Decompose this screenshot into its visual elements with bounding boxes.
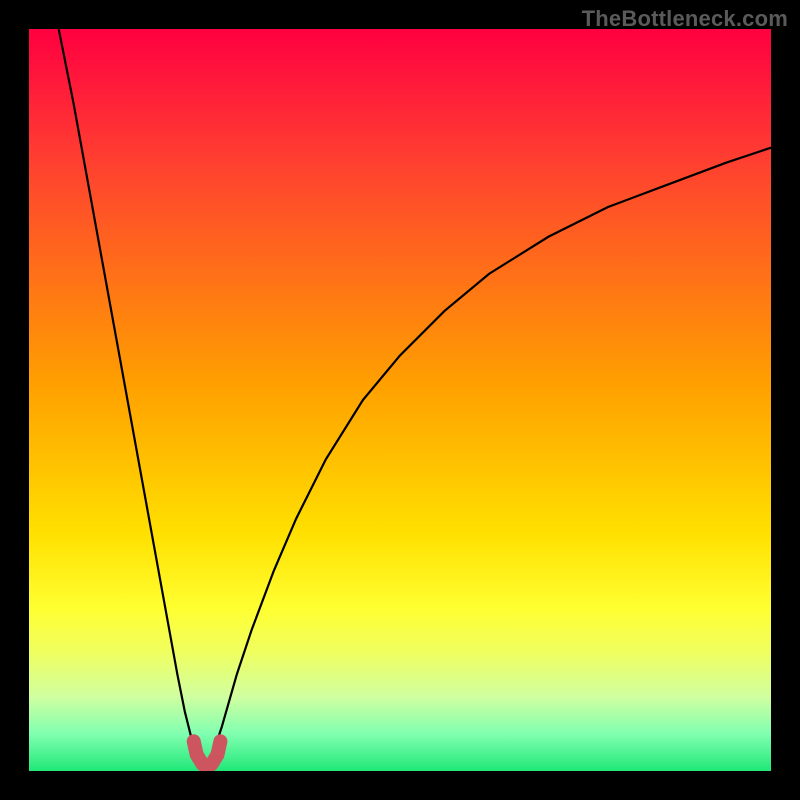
curve-left-branch xyxy=(59,29,207,771)
plot-area xyxy=(29,29,771,771)
chart-svg xyxy=(29,29,771,771)
watermark-text: TheBottleneck.com xyxy=(582,6,788,32)
notch-highlight xyxy=(194,741,221,766)
curve-right-branch xyxy=(207,148,771,771)
chart-frame: TheBottleneck.com xyxy=(0,0,800,800)
